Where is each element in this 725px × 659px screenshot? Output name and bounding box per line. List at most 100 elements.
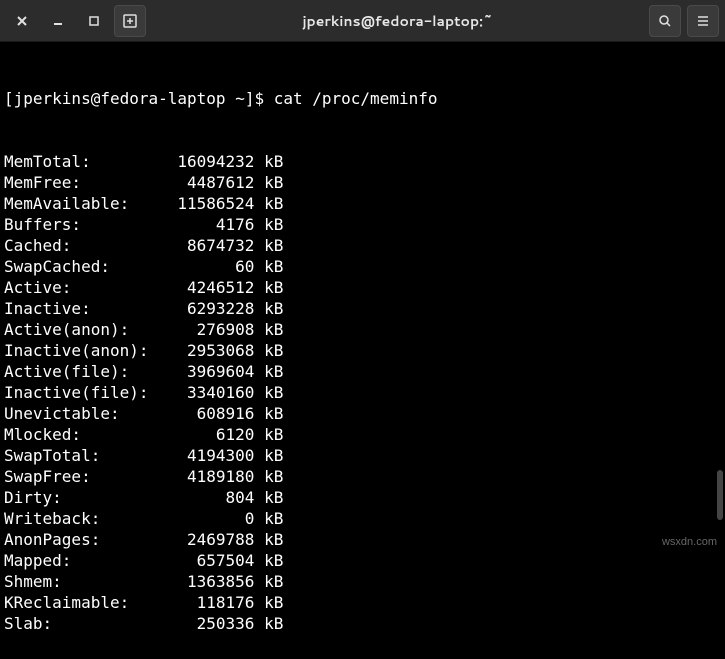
meminfo-row: Dirty:804 kB	[4, 487, 721, 508]
meminfo-label: Active:	[4, 277, 168, 298]
meminfo-value: 2953068	[168, 340, 255, 361]
meminfo-row: SwapTotal:4194300 kB	[4, 445, 721, 466]
close-icon	[15, 14, 29, 28]
search-button[interactable]	[649, 5, 681, 37]
meminfo-value: 804	[168, 487, 255, 508]
meminfo-unit: kB	[254, 172, 283, 193]
meminfo-value: 4246512	[168, 277, 255, 298]
meminfo-row: Active(file):3969604 kB	[4, 361, 721, 382]
meminfo-label: Unevictable:	[4, 403, 168, 424]
meminfo-row: SwapCached:60 kB	[4, 256, 721, 277]
meminfo-row: Inactive:6293228 kB	[4, 298, 721, 319]
meminfo-row: MemTotal:16094232 kB	[4, 151, 721, 172]
meminfo-label: MemTotal:	[4, 151, 168, 172]
prompt-line: [jperkins@fedora-laptop ~]$ cat /proc/me…	[4, 88, 721, 109]
meminfo-row: Mlocked:6120 kB	[4, 424, 721, 445]
meminfo-value: 6120	[168, 424, 255, 445]
meminfo-value: 608916	[168, 403, 255, 424]
meminfo-row: SwapFree:4189180 kB	[4, 466, 721, 487]
new-tab-button[interactable]	[114, 5, 146, 37]
meminfo-label: Buffers:	[4, 214, 168, 235]
watermark: wsxdn.com	[662, 536, 717, 548]
meminfo-row: KReclaimable:118176 kB	[4, 592, 721, 613]
meminfo-value: 1363856	[168, 571, 255, 592]
meminfo-unit: kB	[254, 361, 283, 382]
window-title: jperkins@fedora-laptop:~	[146, 11, 649, 31]
meminfo-unit: kB	[254, 214, 283, 235]
meminfo-unit: kB	[254, 550, 283, 571]
meminfo-label: KReclaimable:	[4, 592, 168, 613]
meminfo-value: 4189180	[168, 466, 255, 487]
meminfo-unit: kB	[254, 508, 283, 529]
meminfo-unit: kB	[254, 529, 283, 550]
meminfo-unit: kB	[254, 319, 283, 340]
meminfo-unit: kB	[254, 403, 283, 424]
meminfo-row: Cached:8674732 kB	[4, 235, 721, 256]
command-text: cat /proc/meminfo	[274, 88, 438, 109]
meminfo-unit: kB	[254, 571, 283, 592]
meminfo-unit: kB	[254, 445, 283, 466]
meminfo-value: 16094232	[168, 151, 255, 172]
meminfo-row: Inactive(anon):2953068 kB	[4, 340, 721, 361]
meminfo-value: 60	[168, 256, 255, 277]
meminfo-row: Mapped:657504 kB	[4, 550, 721, 571]
titlebar: jperkins@fedora-laptop:~	[0, 0, 725, 42]
meminfo-label: Cached:	[4, 235, 168, 256]
meminfo-row: Writeback:0 kB	[4, 508, 721, 529]
maximize-button[interactable]	[78, 5, 110, 37]
meminfo-value: 3969604	[168, 361, 255, 382]
meminfo-label: MemAvailable:	[4, 193, 168, 214]
meminfo-value: 4176	[168, 214, 255, 235]
meminfo-unit: kB	[254, 256, 283, 277]
meminfo-unit: kB	[254, 466, 283, 487]
hamburger-icon	[695, 13, 711, 29]
meminfo-label: Writeback:	[4, 508, 168, 529]
meminfo-value: 8674732	[168, 235, 255, 256]
new-tab-icon	[122, 13, 138, 29]
meminfo-row: Shmem:1363856 kB	[4, 571, 721, 592]
command-output: MemTotal:16094232 kBMemFree:4487612 kBMe…	[4, 151, 721, 634]
meminfo-row: MemAvailable:11586524 kB	[4, 193, 721, 214]
meminfo-label: Dirty:	[4, 487, 168, 508]
meminfo-value: 11586524	[168, 193, 255, 214]
maximize-icon	[87, 14, 101, 28]
meminfo-row: Inactive(file):3340160 kB	[4, 382, 721, 403]
meminfo-unit: kB	[254, 298, 283, 319]
meminfo-value: 6293228	[168, 298, 255, 319]
meminfo-value: 0	[168, 508, 255, 529]
meminfo-row: AnonPages:2469788 kB	[4, 529, 721, 550]
meminfo-unit: kB	[254, 487, 283, 508]
meminfo-unit: kB	[254, 613, 283, 634]
meminfo-value: 118176	[168, 592, 255, 613]
meminfo-value: 657504	[168, 550, 255, 571]
meminfo-row: Active(anon):276908 kB	[4, 319, 721, 340]
meminfo-row: Slab:250336 kB	[4, 613, 721, 634]
minimize-icon	[51, 14, 65, 28]
meminfo-label: Mapped:	[4, 550, 168, 571]
meminfo-label: Inactive(file):	[4, 382, 168, 403]
meminfo-label: Mlocked:	[4, 424, 168, 445]
meminfo-label: Shmem:	[4, 571, 168, 592]
meminfo-value: 276908	[168, 319, 255, 340]
meminfo-value: 3340160	[168, 382, 255, 403]
close-button[interactable]	[6, 5, 38, 37]
meminfo-row: MemFree:4487612 kB	[4, 172, 721, 193]
meminfo-unit: kB	[254, 424, 283, 445]
scrollbar-thumb[interactable]	[717, 470, 723, 520]
meminfo-value: 250336	[168, 613, 255, 634]
meminfo-label: MemFree:	[4, 172, 168, 193]
meminfo-value: 4194300	[168, 445, 255, 466]
meminfo-label: SwapTotal:	[4, 445, 168, 466]
titlebar-left-controls	[6, 5, 146, 37]
meminfo-label: SwapCached:	[4, 256, 168, 277]
terminal-area[interactable]: [jperkins@fedora-laptop ~]$ cat /proc/me…	[0, 42, 725, 659]
minimize-button[interactable]	[42, 5, 74, 37]
meminfo-label: Slab:	[4, 613, 168, 634]
meminfo-value: 2469788	[168, 529, 255, 550]
meminfo-label: Inactive(anon):	[4, 340, 168, 361]
meminfo-label: Active(anon):	[4, 319, 168, 340]
meminfo-unit: kB	[254, 151, 283, 172]
meminfo-value: 4487612	[168, 172, 255, 193]
menu-button[interactable]	[687, 5, 719, 37]
meminfo-unit: kB	[254, 340, 283, 361]
